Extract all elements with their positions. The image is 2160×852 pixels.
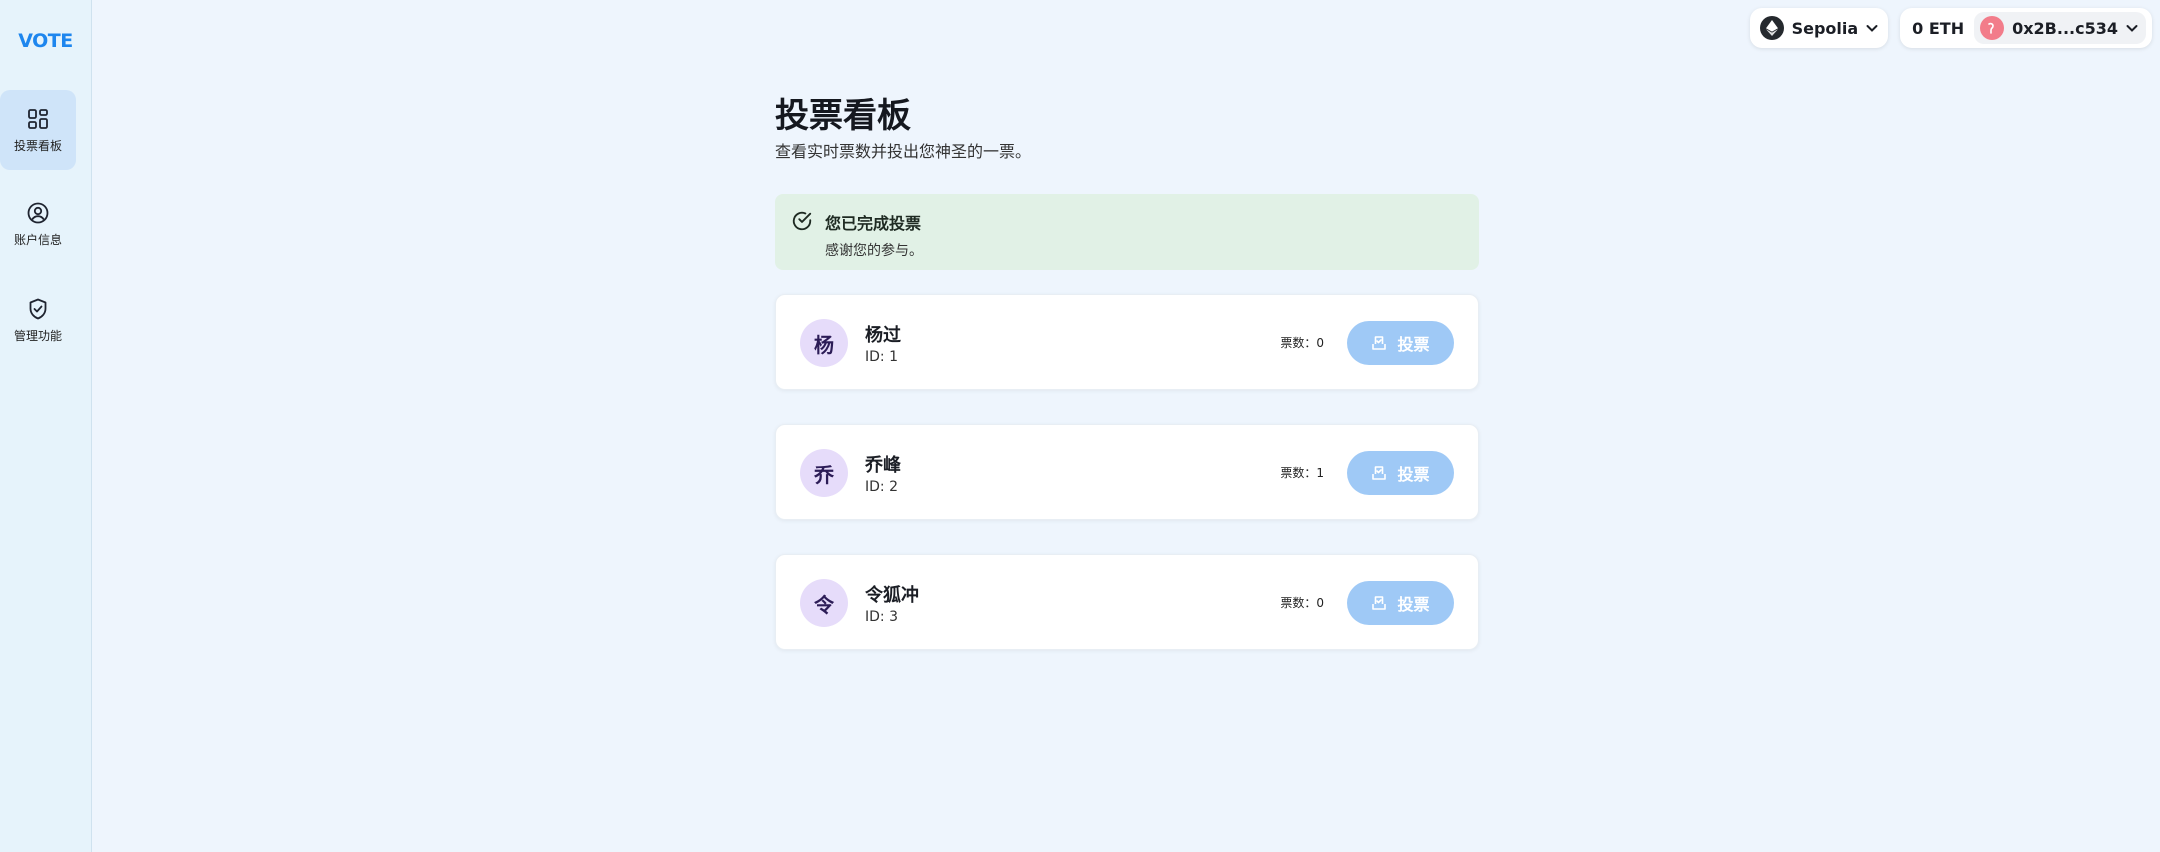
sidebar-item-label: 投票看板 <box>13 138 62 153</box>
address-chip[interactable]: 0x2B...c534 <box>1974 12 2146 44</box>
vote-complete-alert: 您已完成投票 感谢您的参与。 <box>775 194 1479 270</box>
sidebar-item-admin[interactable]: 管理功能 <box>0 280 76 360</box>
candidate-card: 令 令狐冲 ID: 3 票数：0 投票 <box>775 554 1479 650</box>
ballot-icon <box>1372 336 1387 350</box>
ballot-icon <box>1372 596 1387 610</box>
candidate-id: ID: 1 <box>865 349 898 365</box>
sidebar: VOTE 投票看板 账户信息 管理功能 <box>0 0 92 852</box>
candidate-id: ID: 2 <box>865 479 898 495</box>
flamingo-avatar-icon <box>1980 16 2005 40</box>
vote-count: 票数：1 <box>1280 466 1324 480</box>
vote-button[interactable]: 投票 <box>1347 321 1454 365</box>
check-circle-icon <box>792 211 812 231</box>
sidebar-item-label: 账户信息 <box>13 232 62 247</box>
candidate-avatar: 令 <box>800 579 848 627</box>
candidate-id: ID: 3 <box>865 609 898 625</box>
vote-button-label: 投票 <box>1397 595 1430 614</box>
page-subtitle: 查看实时票数并投出您神圣的一票。 <box>775 142 1032 161</box>
candidate-card: 杨 杨过 ID: 1 票数：0 投票 <box>775 294 1479 390</box>
vote-count: 票数：0 <box>1280 336 1324 350</box>
app-logo[interactable]: VOTE <box>0 30 91 52</box>
vote-count: 票数：0 <box>1280 596 1324 610</box>
vote-button-label: 投票 <box>1397 335 1430 354</box>
eth-balance: 0 ETH <box>1912 18 1965 38</box>
sidebar-item-account[interactable]: 账户信息 <box>0 184 76 264</box>
alert-body: 感谢您的参与。 <box>825 243 923 259</box>
vote-button[interactable]: 投票 <box>1347 581 1454 625</box>
candidate-name: 令狐冲 <box>865 585 919 606</box>
candidate-name: 杨过 <box>865 325 901 346</box>
account-button[interactable]: 0 ETH 0x2B...c534 <box>1900 8 2152 48</box>
vote-button[interactable]: 投票 <box>1347 451 1454 495</box>
wallet-address: 0x2B...c534 <box>2012 18 2118 38</box>
page-title: 投票看板 <box>775 96 911 136</box>
sidebar-item-label: 管理功能 <box>13 328 62 343</box>
vote-button-label: 投票 <box>1397 465 1430 484</box>
alert-title: 您已完成投票 <box>825 214 922 233</box>
chevron-down-icon <box>1866 25 1878 32</box>
network-selector[interactable]: Sepolia <box>1749 8 1889 48</box>
ethereum-icon <box>1759 16 1784 40</box>
candidate-avatar: 杨 <box>800 319 848 367</box>
chevron-down-icon <box>2126 25 2138 32</box>
sidebar-item-dashboard[interactable]: 投票看板 <box>0 90 76 170</box>
user-circle-icon <box>27 202 49 223</box>
topbar: Sepolia 0 ETH 0x2B...c534 <box>1749 8 2152 48</box>
candidate-card: 乔 乔峰 ID: 2 票数：1 投票 <box>775 424 1479 520</box>
ballot-icon <box>1372 466 1387 480</box>
network-name: Sepolia <box>1791 18 1859 38</box>
dashboard-icon <box>28 108 48 129</box>
shield-check-icon <box>29 298 47 319</box>
candidate-name: 乔峰 <box>865 455 901 476</box>
candidate-avatar: 乔 <box>800 449 848 497</box>
